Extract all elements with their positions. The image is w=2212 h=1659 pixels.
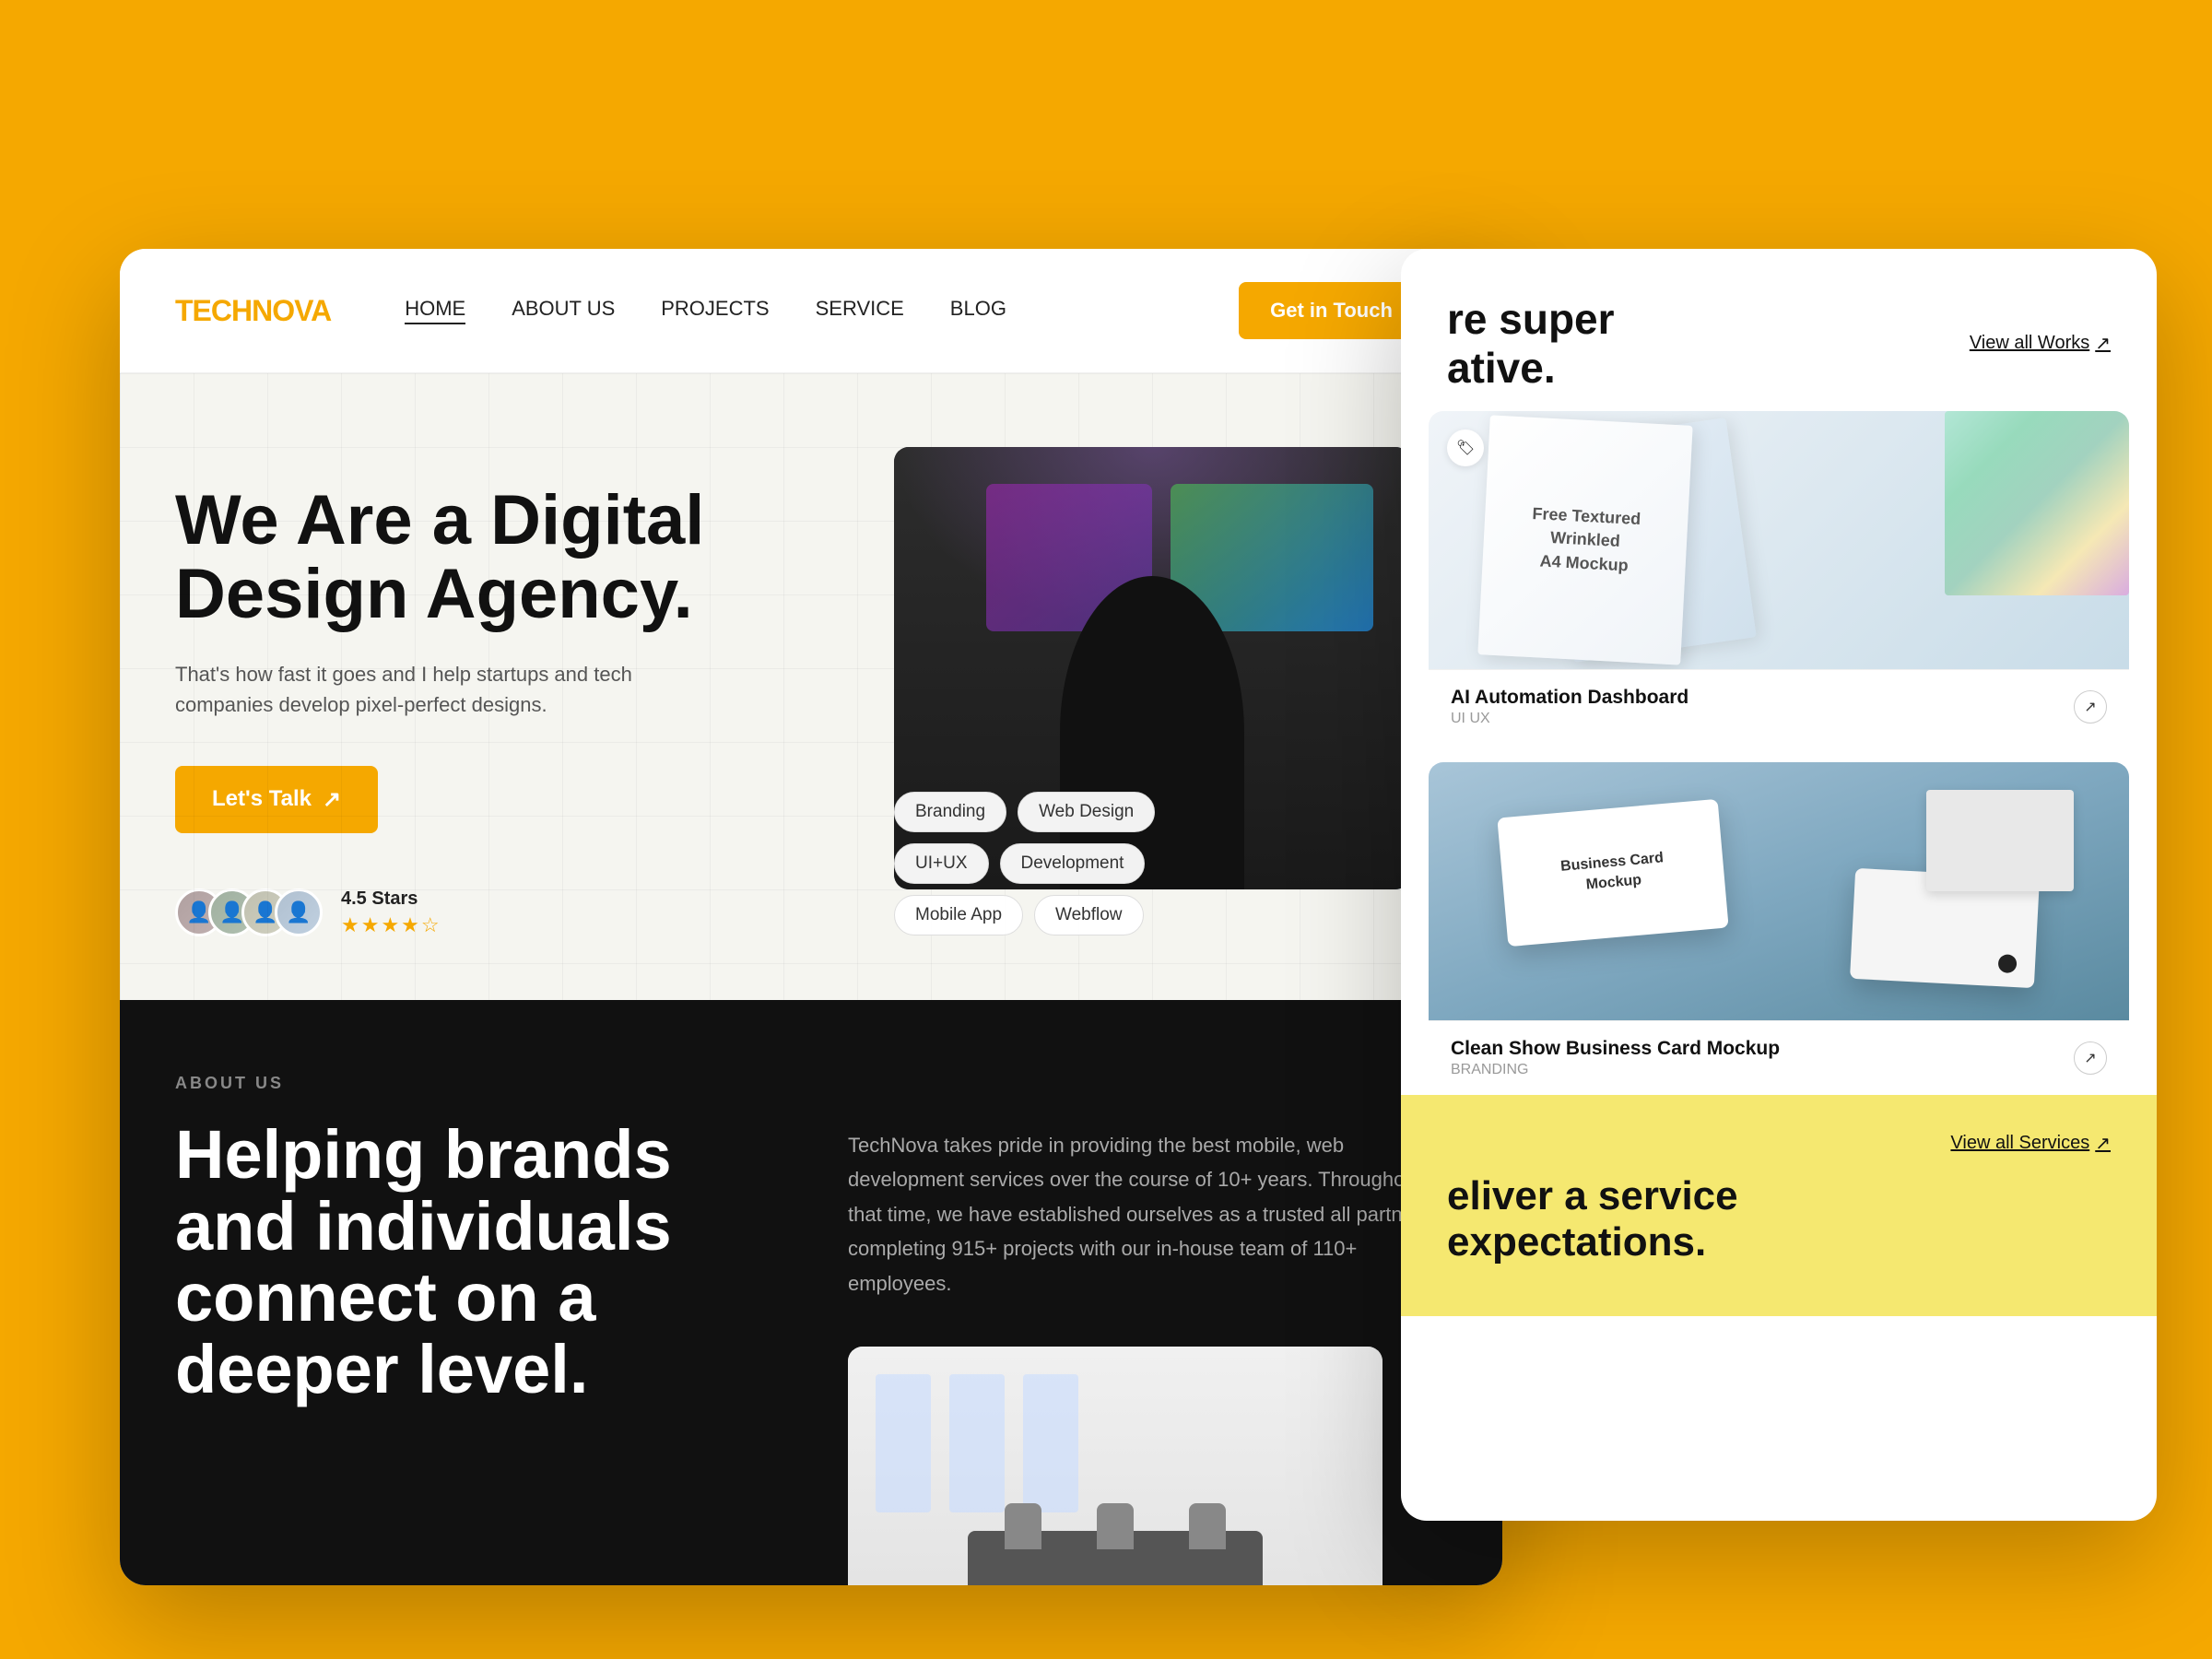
portfolio-item-1-info: AI Automation Dashboard UI UX — [1451, 687, 1688, 727]
table-shape — [968, 1531, 1263, 1585]
rating-stars: 4.5 Stars ★★★★☆ — [341, 888, 441, 937]
lets-talk-arrow-icon: ↗ — [323, 786, 341, 813]
logo-text-nova: NOVA — [252, 294, 331, 327]
hero-image-area: Branding Web Design UI+UX Development Mo… — [894, 447, 1447, 945]
portfolio-item-1-image: Free TexturedWrinkledA4 Mockup 🏷 — [1429, 411, 2129, 669]
envelope-shape — [1926, 790, 2074, 891]
nav-about[interactable]: ABOUT US — [512, 297, 615, 324]
tag-webflow[interactable]: Webflow — [1034, 895, 1144, 935]
about-description: TechNova takes pride in providing the be… — [848, 1128, 1447, 1300]
logo-text-tech: TECH — [175, 294, 252, 327]
portfolio-item-2-footer: Clean Show Business Card Mockup BRANDING… — [1429, 1020, 2129, 1095]
view-all-arrow-icon: ↗ — [2095, 332, 2111, 355]
mockup-tag: 🏷 — [1447, 429, 1484, 466]
view-all-services-link[interactable]: View all Services ↗ — [1950, 1132, 2111, 1155]
about-section: ABOUT US Helping brands and individuals … — [120, 1000, 1502, 1585]
chair-2 — [1097, 1503, 1134, 1549]
window-2 — [949, 1374, 1005, 1512]
paper-sheet-front: Free TexturedWrinkledA4 Mockup — [1477, 415, 1692, 665]
portfolio-item-1-arrow[interactable]: ↗ — [2074, 690, 2107, 724]
about-content: Helping brands and individuals connect o… — [175, 1119, 1447, 1585]
window-shapes — [876, 1374, 1078, 1512]
about-image — [848, 1347, 1382, 1585]
chair-1 — [1005, 1503, 1041, 1549]
paper-text: Free TexturedWrinkledA4 Mockup — [1529, 502, 1641, 578]
business-card-text: Business CardMockup — [1549, 838, 1676, 908]
biz-card-dot — [1998, 954, 2018, 973]
portfolio-item-2-info: Clean Show Business Card Mockup BRANDING — [1451, 1038, 1780, 1078]
avatar-4: 👤 — [275, 888, 323, 936]
tags-row-2: UI+UX Development — [894, 843, 1447, 884]
portfolio-item-1[interactable]: Free TexturedWrinkledA4 Mockup 🏷 AI Auto… — [1429, 411, 2129, 744]
about-label: ABOUT US — [175, 1074, 1447, 1093]
view-all-works-link[interactable]: View all Works ↗ — [1970, 332, 2111, 355]
portfolio-item-1-footer: AI Automation Dashboard UI UX ↗ — [1429, 669, 2129, 744]
right-portfolio-panel: re super ative. View all Works ↗ Free Te… — [1401, 249, 2157, 1521]
right-panel-footer: View all Services ↗ eliver a service exp… — [1401, 1095, 2157, 1316]
about-title: Helping brands and individuals connect o… — [175, 1119, 774, 1406]
business-card-main: Business CardMockup — [1497, 799, 1728, 947]
tag-development[interactable]: Development — [1000, 843, 1146, 884]
tag-uiux[interactable]: UI+UX — [894, 843, 989, 884]
left-website-mockup: TECHNOVA HOME ABOUT US PROJECTS SERVICE … — [120, 249, 1502, 1585]
lets-talk-button[interactable]: Let's Talk ↗ — [175, 766, 378, 833]
nav-home[interactable]: HOME — [405, 297, 465, 324]
right-footer-title: eliver a service expectations. — [1447, 1173, 2111, 1266]
meeting-room — [848, 1347, 1382, 1585]
portfolio-item-1-title: AI Automation Dashboard — [1451, 687, 1688, 709]
tags-row-3: Mobile App Webflow — [894, 895, 1447, 935]
navbar: TECHNOVA HOME ABOUT US PROJECTS SERVICE … — [120, 249, 1502, 373]
hero-subtitle: That's how fast it goes and I help start… — [175, 659, 654, 720]
window-1 — [876, 1374, 931, 1512]
about-right: TechNova takes pride in providing the be… — [848, 1119, 1447, 1585]
hero-section: We Are a Digital Design Agency. That's h… — [120, 373, 1502, 1000]
about-left: Helping brands and individuals connect o… — [175, 1119, 774, 1585]
textured-mockup-visual: Free TexturedWrinkledA4 Mockup 🏷 — [1429, 411, 2129, 669]
right-panel-header: re super ative. View all Works ↗ — [1401, 249, 2157, 411]
tags-row-1: Branding Web Design — [894, 792, 1447, 832]
nav-blog[interactable]: BLOG — [950, 297, 1006, 324]
right-panel-title: re super ative. — [1447, 295, 1615, 393]
portfolio-item-2[interactable]: Business CardMockup Clean Show Business … — [1429, 762, 2129, 1095]
portfolio-grid: Free TexturedWrinkledA4 Mockup 🏷 AI Auto… — [1401, 411, 2157, 1095]
rating-row: 👤 👤 👤 👤 4.5 Stars ★★★★☆ — [175, 888, 839, 937]
portfolio-item-2-image: Business CardMockup — [1429, 762, 2129, 1020]
window-3 — [1023, 1374, 1078, 1512]
tag-branding[interactable]: Branding — [894, 792, 1006, 832]
stars-display: ★★★★☆ — [341, 913, 441, 937]
nav-projects[interactable]: PROJECTS — [661, 297, 769, 324]
tag-mobile[interactable]: Mobile App — [894, 895, 1023, 935]
chairs-row — [1005, 1503, 1226, 1549]
logo[interactable]: TECHNOVA — [175, 294, 331, 328]
tag-webdesign[interactable]: Web Design — [1018, 792, 1155, 832]
hero-content: We Are a Digital Design Agency. That's h… — [175, 447, 839, 945]
nav-service[interactable]: SERVICE — [816, 297, 904, 324]
nav-links: HOME ABOUT US PROJECTS SERVICE BLOG — [405, 297, 1239, 324]
portfolio-item-2-arrow[interactable]: ↗ — [2074, 1041, 2107, 1075]
chair-3 — [1189, 1503, 1226, 1549]
portfolio-item-2-category: BRANDING — [1451, 1062, 1780, 1078]
portfolio-item-1-category: UI UX — [1451, 711, 1688, 727]
avatar-group: 👤 👤 👤 👤 — [175, 888, 323, 936]
color-blobs — [1945, 411, 2129, 595]
portfolio-item-2-title: Clean Show Business Card Mockup — [1451, 1038, 1780, 1060]
hero-title: We Are a Digital Design Agency. — [175, 484, 839, 631]
right-footer-header: View all Services ↗ — [1447, 1132, 2111, 1155]
tags-area: Branding Web Design UI+UX Development Mo… — [894, 792, 1447, 935]
view-all-services-arrow-icon: ↗ — [2095, 1132, 2111, 1155]
rating-text: 4.5 Stars — [341, 888, 441, 910]
business-card-mockup-visual: Business CardMockup — [1429, 762, 2129, 1020]
